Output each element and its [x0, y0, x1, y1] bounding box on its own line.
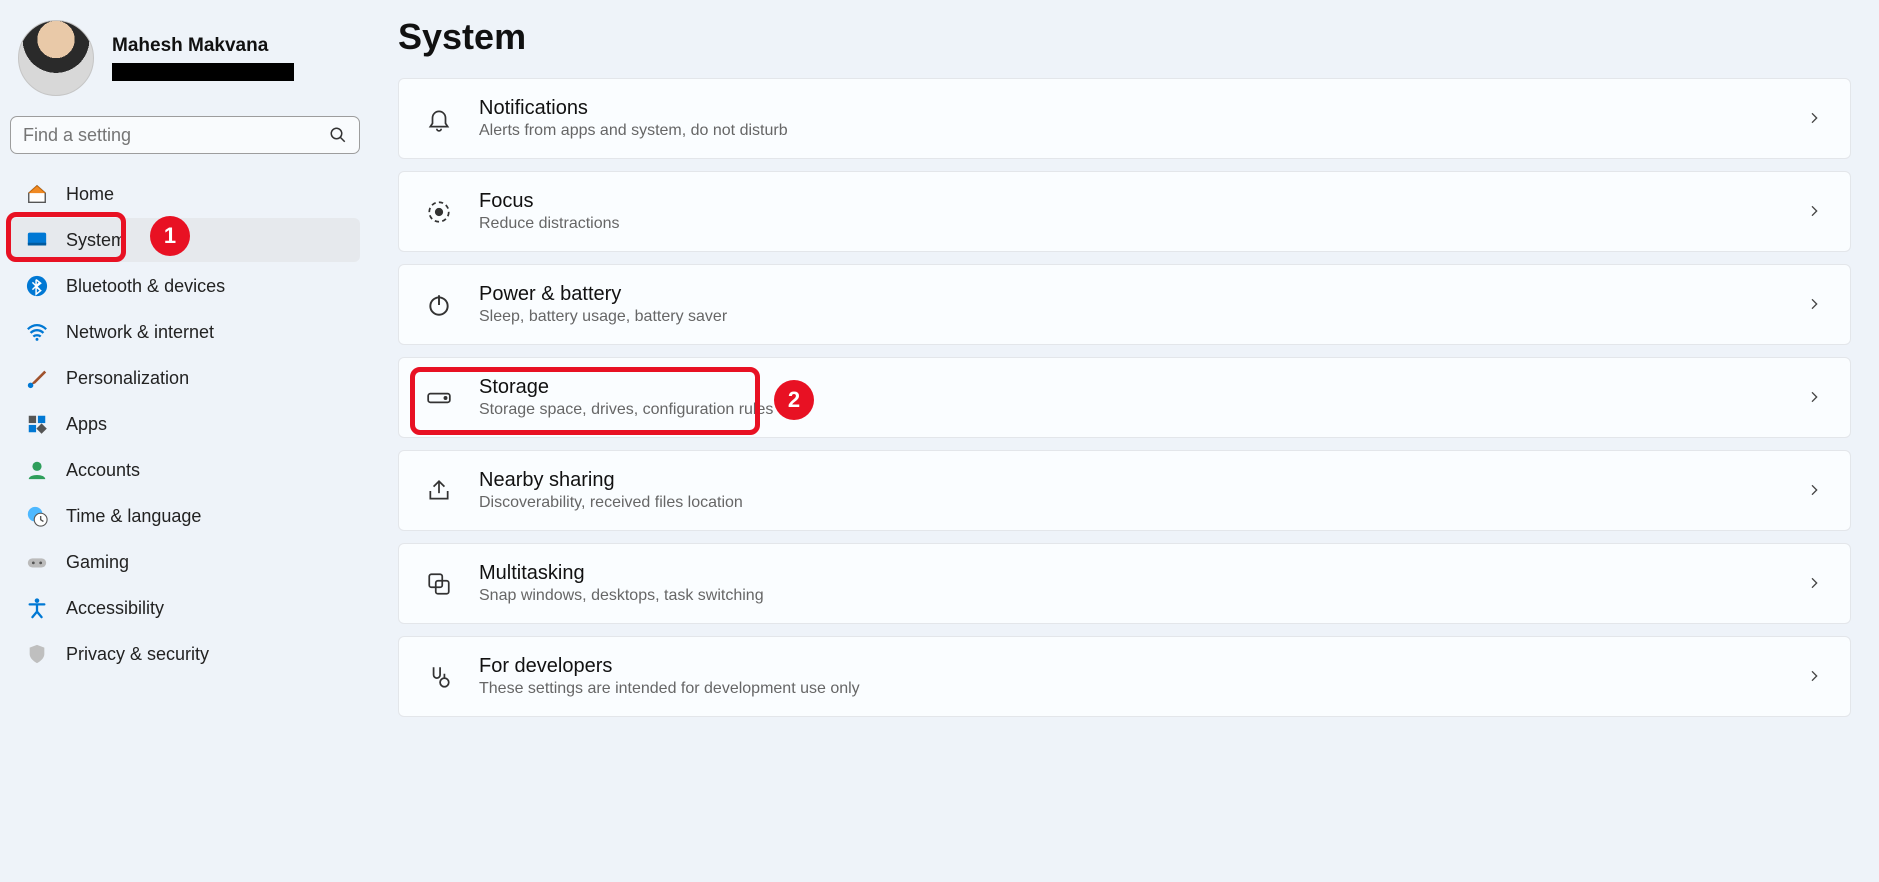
- multitask-icon: [425, 570, 453, 598]
- nav-item-system[interactable]: System 1: [10, 218, 360, 262]
- chevron-right-icon: [1806, 389, 1824, 407]
- chevron-right-icon: [1806, 296, 1824, 314]
- nav-item-privacy[interactable]: Privacy & security: [10, 632, 360, 676]
- person-icon: [26, 459, 48, 481]
- page-title: System: [398, 16, 1851, 58]
- profile-redacted-bar: [112, 63, 294, 81]
- nav-item-gaming[interactable]: Gaming: [10, 540, 360, 584]
- share-icon: [425, 477, 453, 505]
- nav-item-personalization[interactable]: Personalization: [10, 356, 360, 400]
- card-focus[interactable]: Focus Reduce distractions: [398, 171, 1851, 252]
- card-nearby[interactable]: Nearby sharing Discoverability, received…: [398, 450, 1851, 531]
- avatar: [18, 20, 94, 96]
- card-title: Multitasking: [479, 562, 1780, 585]
- annotation-badge-1: 1: [150, 216, 190, 256]
- card-storage[interactable]: Storage Storage space, drives, configura…: [398, 357, 1851, 438]
- chevron-right-icon: [1806, 203, 1824, 221]
- card-title: Storage: [479, 376, 1780, 399]
- card-title: Nearby sharing: [479, 469, 1780, 492]
- shield-icon: [26, 643, 48, 665]
- bell-icon: [425, 105, 453, 133]
- card-multitasking[interactable]: Multitasking Snap windows, desktops, tas…: [398, 543, 1851, 624]
- card-title: Focus: [479, 190, 1780, 213]
- chevron-right-icon: [1806, 110, 1824, 128]
- power-icon: [425, 291, 453, 319]
- nav-item-apps[interactable]: Apps: [10, 402, 360, 446]
- nav-label: Gaming: [66, 552, 129, 573]
- card-subtitle: Snap windows, desktops, task switching: [479, 587, 1780, 605]
- clock-globe-icon: [26, 505, 48, 527]
- card-subtitle: Sleep, battery usage, battery saver: [479, 308, 1780, 326]
- card-subtitle: These settings are intended for developm…: [479, 680, 1780, 698]
- nav-item-home[interactable]: Home: [10, 172, 360, 216]
- settings-list: Notifications Alerts from apps and syste…: [398, 78, 1851, 717]
- drive-icon: [425, 384, 453, 412]
- card-notifications[interactable]: Notifications Alerts from apps and syste…: [398, 78, 1851, 159]
- main-content: System Notifications Alerts from apps an…: [370, 0, 1879, 882]
- card-subtitle: Alerts from apps and system, do not dist…: [479, 122, 1780, 140]
- nav-label: Apps: [66, 414, 107, 435]
- card-subtitle: Storage space, drives, configuration rul…: [479, 401, 1780, 419]
- card-subtitle: Discoverability, received files location: [479, 494, 1780, 512]
- brush-icon: [26, 367, 48, 389]
- chevron-right-icon: [1806, 668, 1824, 686]
- chevron-right-icon: [1806, 575, 1824, 593]
- nav-label: Accounts: [66, 460, 140, 481]
- nav-label: Accessibility: [66, 598, 164, 619]
- card-subtitle: Reduce distractions: [479, 215, 1780, 233]
- nav-item-network[interactable]: Network & internet: [10, 310, 360, 354]
- nav-list: Home System 1 Bluetooth & devices Networ…: [10, 172, 360, 676]
- bluetooth-icon: [26, 275, 48, 297]
- nav-label: Personalization: [66, 368, 189, 389]
- sidebar: Mahesh Makvana Home System 1: [0, 0, 370, 882]
- nav-item-bluetooth[interactable]: Bluetooth & devices: [10, 264, 360, 308]
- wifi-icon: [26, 321, 48, 343]
- nav-label: Bluetooth & devices: [66, 276, 225, 297]
- nav-item-accessibility[interactable]: Accessibility: [10, 586, 360, 630]
- nav-label: Privacy & security: [66, 644, 209, 665]
- search-icon: [329, 126, 347, 144]
- focus-icon: [425, 198, 453, 226]
- gamepad-icon: [26, 551, 48, 573]
- tools-icon: [425, 663, 453, 691]
- card-title: Notifications: [479, 97, 1780, 120]
- search-input[interactable]: [23, 125, 319, 146]
- card-title: For developers: [479, 655, 1780, 678]
- card-title: Power & battery: [479, 283, 1780, 306]
- card-power[interactable]: Power & battery Sleep, battery usage, ba…: [398, 264, 1851, 345]
- accessibility-icon: [26, 597, 48, 619]
- system-icon: [26, 229, 48, 251]
- chevron-right-icon: [1806, 482, 1824, 500]
- search-input-wrapper[interactable]: [10, 116, 360, 154]
- nav-label: Time & language: [66, 506, 201, 527]
- nav-label: Network & internet: [66, 322, 214, 343]
- card-developers[interactable]: For developers These settings are intend…: [398, 636, 1851, 717]
- apps-icon: [26, 413, 48, 435]
- profile-block[interactable]: Mahesh Makvana: [10, 10, 360, 106]
- home-icon: [26, 183, 48, 205]
- profile-name: Mahesh Makvana: [112, 35, 294, 57]
- nav-item-accounts[interactable]: Accounts: [10, 448, 360, 492]
- nav-label: Home: [66, 184, 114, 205]
- nav-label: System: [66, 230, 126, 251]
- nav-item-time[interactable]: Time & language: [10, 494, 360, 538]
